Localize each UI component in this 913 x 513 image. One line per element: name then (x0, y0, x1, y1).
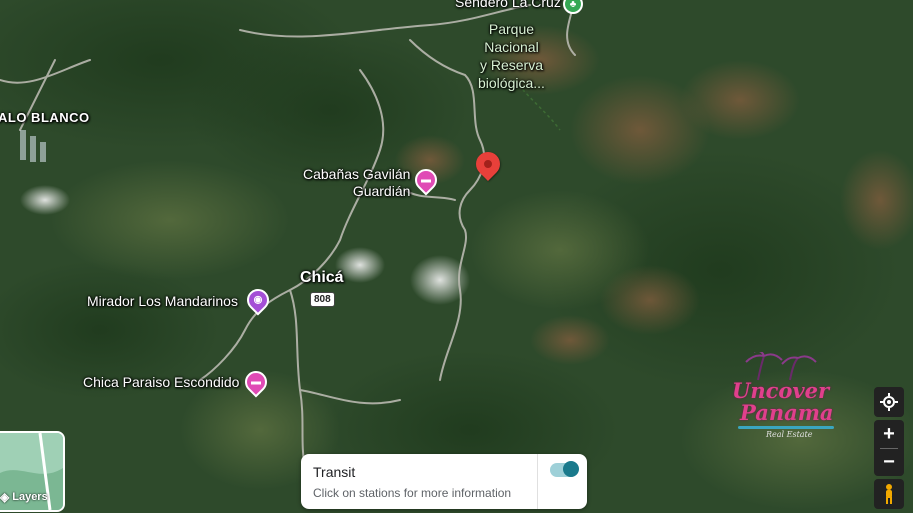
cabanas-label-line: Guardián (352, 183, 411, 199)
my-location-button[interactable] (874, 387, 904, 417)
logo-line2: Panama (740, 400, 834, 425)
zoom-in-button[interactable]: + (883, 421, 895, 448)
trail-label[interactable]: Sendero La Cruz (455, 0, 561, 11)
park-label-line: biológica... (478, 75, 545, 91)
logo-wave (738, 426, 834, 429)
paraiso-label[interactable]: Chica Paraiso Escondido (83, 374, 239, 391)
park-label-line: Parque (488, 21, 535, 37)
building-cluster (20, 130, 46, 162)
park-label-line: y Reserva (479, 57, 543, 73)
road-shield-808: 808 (310, 292, 335, 307)
hiking-icon: ♣ (569, 0, 577, 10)
park-label[interactable]: Parque Nacional y Reserva biológica... (478, 20, 545, 92)
transit-subtitle: Click on stations for more information (313, 486, 512, 500)
transit-toggle[interactable] (550, 461, 579, 477)
area-label: ALO BLANCO (0, 110, 90, 125)
zoom-control: + − (874, 420, 904, 476)
bed-icon: ▬ (251, 376, 261, 388)
camera-icon: ◉ (253, 294, 263, 306)
layers-icon: ◈ (0, 490, 10, 504)
transit-divider (537, 454, 538, 509)
pin-dot (482, 158, 494, 170)
bed-icon: ▬ (421, 174, 431, 186)
cabanas-label[interactable]: Cabañas Gavilán Guardián (303, 166, 410, 200)
crosshair-icon (880, 393, 898, 411)
mirador-label[interactable]: Mirador Los Mandarinos (87, 293, 238, 310)
layers-button[interactable]: ◈ Layers (0, 431, 65, 512)
transit-title: Transit (313, 464, 356, 480)
transit-panel: Transit Click on stations for more infor… (301, 454, 587, 509)
zoom-out-button[interactable]: − (883, 449, 895, 476)
uncover-panama-logo: Uncover Panama Real Estate (728, 352, 838, 442)
park-label-line: Nacional (484, 39, 539, 55)
transit-toggle-knob (563, 461, 579, 477)
layers-label: Layers (12, 491, 48, 503)
cabanas-label-line: Cabañas Gavilán (303, 166, 411, 182)
street-view-pegman[interactable] (874, 479, 904, 509)
layers-label-row: ◈ Layers (0, 490, 48, 504)
town-label[interactable]: Chicá (300, 269, 344, 286)
logo-tagline: Real Estate (766, 430, 813, 439)
pegman-icon (886, 484, 892, 504)
